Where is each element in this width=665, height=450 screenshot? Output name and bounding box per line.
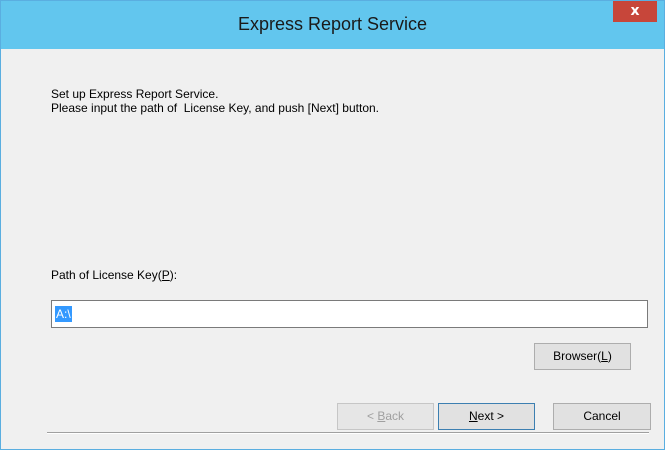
- license-path-label: Path of License Key(P):: [51, 268, 177, 282]
- next-button-accel: N: [468, 409, 478, 423]
- cancel-button[interactable]: Cancel: [553, 403, 651, 430]
- dialog-window: Express Report Service x Set up Express …: [0, 0, 665, 450]
- license-path-input[interactable]: A:\: [51, 300, 648, 328]
- button-separator: [47, 432, 649, 434]
- close-button[interactable]: x: [613, 1, 657, 22]
- browser-button-prefix: Browser(: [553, 349, 602, 363]
- back-button-prefix: <: [366, 409, 378, 423]
- instruction-line-2: Please input the path of License Key, an…: [51, 101, 379, 115]
- license-path-value: A:\: [55, 306, 72, 322]
- browser-button-suffix: ): [607, 349, 612, 363]
- license-path-label-suffix: ):: [169, 268, 178, 282]
- license-path-label-accel: P: [161, 268, 170, 282]
- next-button-suffix: ext >: [477, 409, 505, 423]
- window-title: Express Report Service: [237, 14, 428, 34]
- title-bar[interactable]: Express Report Service x: [1, 1, 664, 49]
- instruction-line-1: Set up Express Report Service.: [51, 87, 219, 101]
- close-icon: x: [630, 3, 640, 19]
- browser-button-accel: L: [601, 349, 608, 363]
- dialog-body: Set up Express Report Service. Please in…: [12, 49, 664, 449]
- back-button-suffix: ack: [385, 409, 405, 423]
- browser-button[interactable]: Browser(L): [534, 343, 631, 370]
- next-button[interactable]: Next >: [438, 403, 535, 430]
- back-button[interactable]: < Back: [337, 403, 434, 430]
- license-path-label-prefix: Path of License Key(: [51, 268, 162, 282]
